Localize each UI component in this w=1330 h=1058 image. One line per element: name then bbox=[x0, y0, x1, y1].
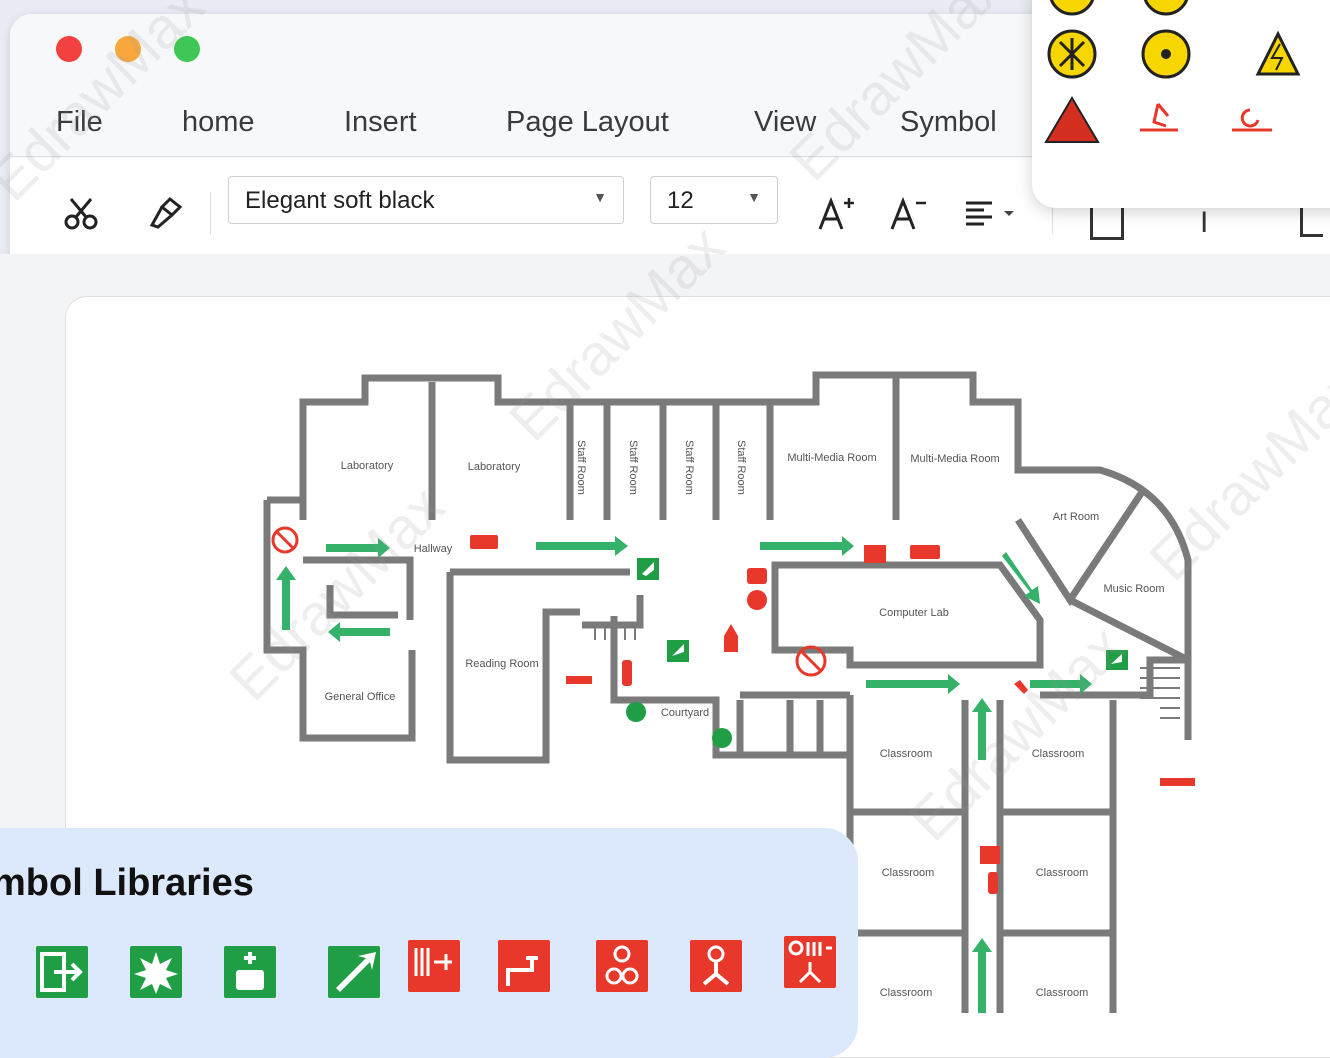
room-label: Laboratory bbox=[468, 461, 521, 473]
room-label: Staff Room bbox=[735, 440, 747, 495]
fire-hose-icon[interactable] bbox=[408, 940, 460, 992]
room-label: Computer Lab bbox=[879, 607, 949, 619]
room-label: Staff Room bbox=[575, 440, 587, 495]
room-label: Multi-Media Room bbox=[787, 452, 876, 464]
room-label: Staff Room bbox=[683, 440, 695, 495]
room-label: Classroom bbox=[882, 867, 935, 879]
yellow-hazard-circle-icon bbox=[1049, 0, 1095, 16]
sprinkler-icon[interactable] bbox=[690, 940, 742, 992]
room-label: Courtyard bbox=[661, 707, 709, 719]
wheelchair-escape-icon bbox=[1232, 108, 1272, 132]
symbol-library-title: mbol Libraries bbox=[0, 862, 254, 904]
fire-tap-icon[interactable] bbox=[498, 940, 550, 992]
yellow-hazard-circle-icon bbox=[1143, 0, 1189, 16]
room-label: Hallway bbox=[414, 543, 453, 555]
exit-door-icon[interactable] bbox=[36, 946, 88, 998]
fire-valve-icon[interactable] bbox=[596, 940, 648, 992]
room-label: Staff Room bbox=[627, 440, 639, 495]
room-label: Classroom bbox=[1036, 867, 1089, 879]
hazard-symbol-popup bbox=[1032, 0, 1330, 208]
room-label: Classroom bbox=[1032, 748, 1085, 760]
room-label: Art Room bbox=[1053, 511, 1099, 523]
fire-escape-icon bbox=[1140, 103, 1178, 132]
room-label: Multi-Media Room bbox=[910, 453, 999, 465]
room-label: Classroom bbox=[880, 748, 933, 760]
direction-arrow-icon[interactable] bbox=[328, 946, 380, 998]
room-label: Reading Room bbox=[465, 658, 538, 670]
room-label: General Office bbox=[325, 691, 396, 703]
room-label: Classroom bbox=[880, 987, 933, 999]
first-aid-icon[interactable] bbox=[224, 946, 276, 998]
room-label: Music Room bbox=[1103, 583, 1164, 595]
room-label: Laboratory bbox=[341, 460, 394, 472]
break-glass-icon[interactable] bbox=[130, 946, 182, 998]
fire-hydrant-icon[interactable] bbox=[784, 936, 836, 988]
red-danger-triangle-icon bbox=[1044, 96, 1100, 143]
room-label: Classroom bbox=[1036, 987, 1089, 999]
